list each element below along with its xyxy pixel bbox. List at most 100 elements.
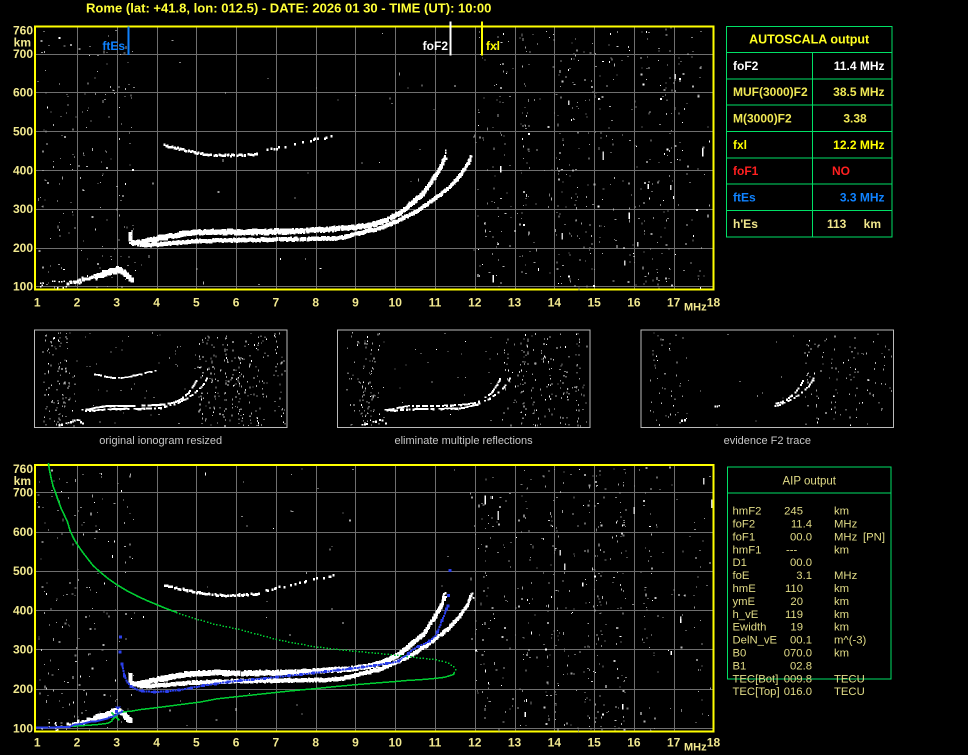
svg-text:10: 10 xyxy=(389,736,403,750)
svg-text:300: 300 xyxy=(13,643,33,657)
svg-text:400: 400 xyxy=(13,603,33,617)
svg-text:200: 200 xyxy=(13,241,33,255)
svg-text:500: 500 xyxy=(13,564,33,578)
svg-text:400: 400 xyxy=(13,163,33,177)
svg-text:foE: foE xyxy=(733,570,750,582)
svg-text:1: 1 xyxy=(34,296,41,310)
svg-text:20: 20 xyxy=(790,596,803,608)
svg-text:10: 10 xyxy=(389,296,403,310)
svg-text:500: 500 xyxy=(13,125,33,139)
svg-text:TEC[Top]: TEC[Top] xyxy=(733,686,780,698)
svg-text:38.5 MHz: 38.5 MHz xyxy=(833,85,884,99)
svg-text:00.0: 00.0 xyxy=(790,557,812,569)
svg-text:3: 3 xyxy=(113,736,120,750)
svg-text:ymE: ymE xyxy=(733,596,756,608)
svg-text:7: 7 xyxy=(273,736,280,750)
svg-text:MHz: MHz xyxy=(834,531,858,543)
svg-text:18: 18 xyxy=(707,736,721,750)
svg-text:119: 119 xyxy=(785,609,803,621)
svg-text:5: 5 xyxy=(193,296,200,310)
svg-text:8: 8 xyxy=(312,296,319,310)
svg-text:MHz: MHz xyxy=(684,742,707,754)
svg-text:Ewidth: Ewidth xyxy=(733,622,767,634)
svg-text:110: 110 xyxy=(785,583,803,595)
svg-text:h_vE: h_vE xyxy=(733,609,759,621)
svg-text:00.1: 00.1 xyxy=(790,635,812,647)
svg-text:5: 5 xyxy=(193,736,200,750)
svg-text:foF2: foF2 xyxy=(733,59,759,73)
svg-text:12: 12 xyxy=(468,736,482,750)
svg-text:km: km xyxy=(14,474,31,488)
svg-text:fxl: fxl xyxy=(486,39,500,53)
svg-text:070.0: 070.0 xyxy=(784,648,812,660)
svg-text:11: 11 xyxy=(429,296,442,310)
svg-text:13: 13 xyxy=(508,736,522,750)
svg-text:km: km xyxy=(834,648,849,660)
svg-text:foF2: foF2 xyxy=(423,39,449,53)
svg-text:13: 13 xyxy=(508,296,522,310)
svg-text:8: 8 xyxy=(312,736,319,750)
svg-text:14: 14 xyxy=(548,296,562,310)
svg-text:TECU: TECU xyxy=(834,686,865,698)
svg-text:foF2: foF2 xyxy=(733,519,756,531)
svg-text:km: km xyxy=(834,622,849,634)
svg-text:hmF1: hmF1 xyxy=(733,544,762,556)
svg-text:km: km xyxy=(834,544,849,556)
svg-text:18: 18 xyxy=(707,296,721,310)
svg-text:AUTOSCALA output: AUTOSCALA output xyxy=(749,33,870,47)
svg-text:DelN_vE: DelN_vE xyxy=(733,635,778,647)
svg-text:11.4 MHz: 11.4 MHz xyxy=(834,59,885,73)
svg-text:200: 200 xyxy=(13,682,33,696)
svg-text:2: 2 xyxy=(74,296,81,310)
svg-text:---: --- xyxy=(786,544,798,556)
svg-text:original ionogram resized: original ionogram resized xyxy=(99,435,222,447)
svg-text:m^(-3): m^(-3) xyxy=(834,635,867,647)
svg-text:h'Es: h'Es xyxy=(733,217,758,231)
svg-text:km: km xyxy=(864,217,881,231)
svg-text:3: 3 xyxy=(113,296,120,310)
svg-text:600: 600 xyxy=(13,86,33,100)
svg-text:12: 12 xyxy=(468,296,482,310)
svg-text:100: 100 xyxy=(13,721,33,735)
svg-text:M(3000)F2: M(3000)F2 xyxy=(733,112,792,126)
svg-text:600: 600 xyxy=(13,525,33,539)
svg-text:MHz: MHz xyxy=(834,570,858,582)
svg-text:9: 9 xyxy=(352,296,359,310)
svg-text:6: 6 xyxy=(233,736,240,750)
svg-text:km: km xyxy=(14,36,31,50)
svg-text:016.0: 016.0 xyxy=(784,686,812,698)
svg-text:ftEs: ftEs xyxy=(733,190,756,204)
svg-text:MUF(3000)F2: MUF(3000)F2 xyxy=(733,85,808,99)
svg-text:4: 4 xyxy=(153,736,160,750)
svg-text:AIP output: AIP output xyxy=(783,476,837,488)
svg-text:1: 1 xyxy=(34,736,41,750)
svg-text:4: 4 xyxy=(153,296,160,310)
svg-text:16: 16 xyxy=(627,296,641,310)
svg-text:B1: B1 xyxy=(733,660,747,672)
svg-text:11.4: 11.4 xyxy=(791,519,812,531)
svg-text:009.8: 009.8 xyxy=(784,673,812,685)
svg-text:hmE: hmE xyxy=(733,583,757,595)
svg-text:km: km xyxy=(834,583,849,595)
svg-text:km: km xyxy=(834,596,849,608)
svg-text:2: 2 xyxy=(74,736,81,750)
svg-text:100: 100 xyxy=(13,280,33,294)
svg-text:MHz: MHz xyxy=(834,519,858,531)
svg-text:evidence F2 trace: evidence F2 trace xyxy=(724,435,811,447)
svg-text:ftEs: ftEs xyxy=(102,39,125,53)
svg-text:km: km xyxy=(834,506,849,518)
svg-text:14: 14 xyxy=(548,736,562,750)
svg-text:11: 11 xyxy=(429,736,442,750)
svg-text:7: 7 xyxy=(273,296,280,310)
svg-text:TECU: TECU xyxy=(834,673,865,685)
svg-text:Rome (lat: +41.8, lon: 012.5): Rome (lat: +41.8, lon: 012.5) - DATE: 20… xyxy=(86,1,491,16)
svg-text:foF1: foF1 xyxy=(733,164,759,178)
svg-text:3.3 MHz: 3.3 MHz xyxy=(840,190,885,204)
svg-text:15: 15 xyxy=(587,736,601,750)
svg-text:300: 300 xyxy=(13,202,33,216)
svg-text:hmF2: hmF2 xyxy=(733,506,762,518)
svg-text:NO: NO xyxy=(832,164,850,178)
svg-text:eliminate multiple reflections: eliminate multiple reflections xyxy=(395,435,534,447)
svg-text:9: 9 xyxy=(352,736,359,750)
svg-text:12.2 MHz: 12.2 MHz xyxy=(833,138,884,152)
